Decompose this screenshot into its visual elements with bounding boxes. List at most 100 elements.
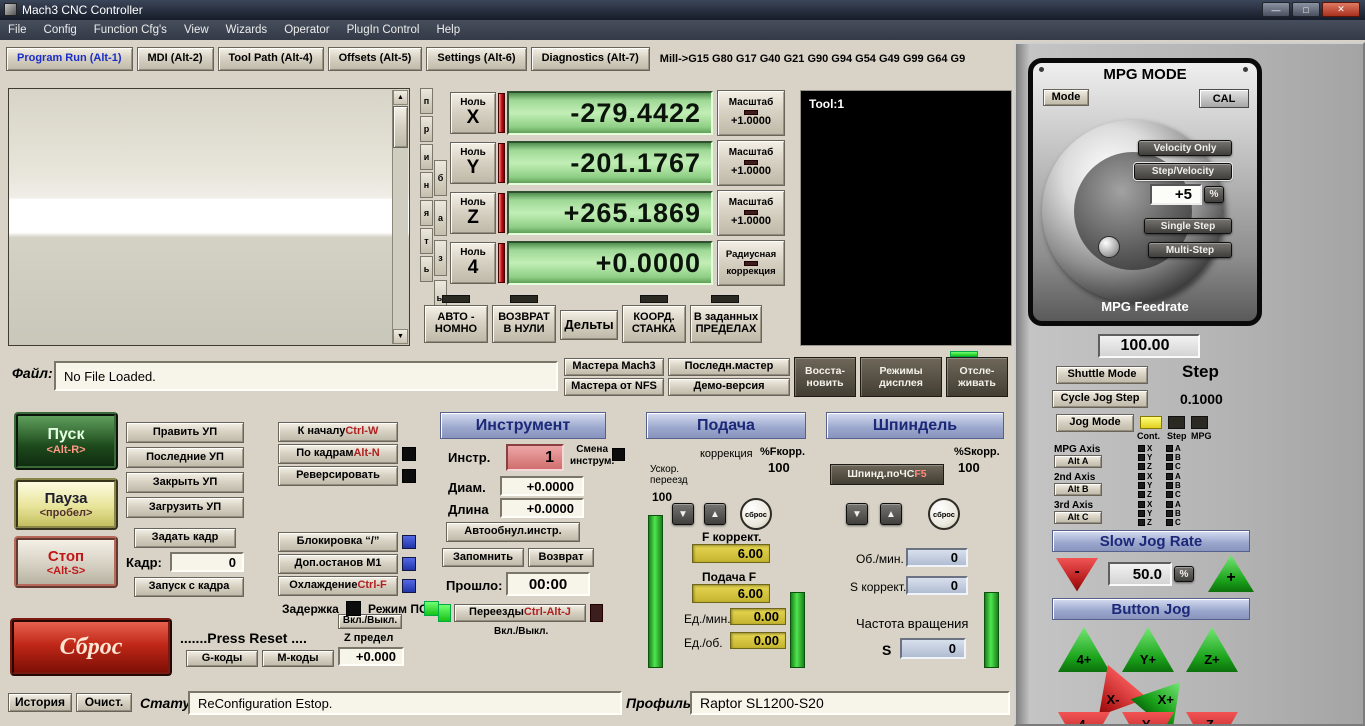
jog-y-minus-button[interactable]: Y- bbox=[1122, 712, 1174, 724]
dro-x-value[interactable]: -279.4422 bbox=[507, 91, 713, 135]
menu-item-function-cfgs[interactable]: Function Cfg's bbox=[94, 24, 167, 36]
third-axis-alt-c-button[interactable]: Alt C bbox=[1054, 511, 1102, 524]
jog-4-plus-button[interactable]: 4+ bbox=[1058, 626, 1110, 672]
reverse-run-button[interactable]: Реверсировать bbox=[278, 466, 398, 486]
z-inhibit-toggle[interactable]: Вкл./Выкл. bbox=[338, 614, 402, 629]
dro-y-value[interactable]: -201.1767 bbox=[507, 141, 713, 185]
scale-x-button[interactable]: Масштаб +1.0000 bbox=[717, 90, 785, 136]
mode-button[interactable]: Mode bbox=[1043, 89, 1089, 106]
close-gcode-button[interactable]: Закрыть УП bbox=[126, 472, 244, 493]
step-percent-unit-button[interactable]: % bbox=[1204, 186, 1224, 203]
scroll-thumb[interactable] bbox=[393, 106, 408, 148]
z-inhibit-value[interactable]: +0.000 bbox=[338, 647, 404, 666]
feed-raise-button[interactable]: ▲ bbox=[704, 503, 726, 525]
reset-button[interactable]: Сброс bbox=[10, 618, 172, 676]
close-button[interactable]: ✕ bbox=[1322, 2, 1360, 17]
machine-coords-button[interactable]: КООРД. СТАНКА bbox=[622, 305, 686, 343]
zero-y-button[interactable]: Ноль Y bbox=[450, 142, 496, 184]
mpg-wheel-knob[interactable] bbox=[1098, 236, 1120, 258]
jog-z-minus-button[interactable]: Z- bbox=[1186, 712, 1238, 724]
tab-offsets[interactable]: Offsets (Alt-5) bbox=[327, 47, 423, 71]
scroll-up-button[interactable]: ▲ bbox=[393, 90, 408, 105]
minimize-button[interactable]: — bbox=[1262, 2, 1290, 17]
scale-z-button[interactable]: Масштаб +1.0000 bbox=[717, 190, 785, 236]
vertical-scrollbar[interactable]: ▲ ▼ bbox=[392, 90, 408, 344]
menu-item-help[interactable]: Help bbox=[436, 24, 460, 36]
s-value[interactable]: 0 bbox=[900, 638, 966, 659]
gcodes-button[interactable]: G-коды bbox=[186, 650, 258, 667]
spindle-cw-button[interactable]: Шпинд.поЧС F5 bbox=[830, 464, 944, 485]
slow-jog-plus-button[interactable]: + bbox=[1208, 554, 1254, 592]
feed-lower-button[interactable]: ▼ bbox=[672, 503, 694, 525]
velocity-only-button[interactable]: Velocity Only bbox=[1138, 140, 1232, 156]
feed-override-slider[interactable] bbox=[648, 515, 663, 668]
menu-item-view[interactable]: View bbox=[184, 24, 209, 36]
spindle-reset-button[interactable]: сброс bbox=[928, 498, 960, 530]
tool-len-field[interactable]: +0.0000 bbox=[500, 498, 584, 518]
clear-status-button[interactable]: Очист. bbox=[76, 693, 132, 712]
jog-onoff-button[interactable]: Переезды Ctrl-Alt-J bbox=[454, 604, 586, 622]
accept-letter[interactable]: п bbox=[420, 88, 433, 114]
soft-limits-button[interactable]: В заданных ПРЕДЕЛАХ bbox=[690, 305, 762, 343]
return-position-button[interactable]: Возврат bbox=[528, 548, 594, 567]
gcode-selected-line[interactable] bbox=[10, 199, 392, 219]
slow-jog-value[interactable]: 50.0 bbox=[1108, 562, 1172, 586]
cal-button[interactable]: CAL bbox=[1199, 89, 1249, 108]
mpg-axis-alt-a-button[interactable]: Alt A bbox=[1054, 455, 1102, 468]
accept-letter[interactable]: т bbox=[420, 228, 433, 254]
base-letter[interactable]: б bbox=[434, 160, 447, 196]
deltas-button[interactable]: Дельты bbox=[560, 310, 618, 340]
recent-files-button[interactable]: Последние УП bbox=[126, 447, 244, 468]
menu-item-operator[interactable]: Operator bbox=[284, 24, 329, 36]
accept-letter[interactable]: и bbox=[420, 144, 433, 170]
mpg-feedrate-value[interactable]: 100.00 bbox=[1098, 334, 1200, 358]
accept-letter[interactable]: р bbox=[420, 116, 433, 142]
shuttle-mode-button[interactable]: Shuttle Mode bbox=[1056, 366, 1148, 384]
menu-item-plugin-control[interactable]: PlugIn Control bbox=[347, 24, 420, 36]
menu-item-file[interactable]: File bbox=[8, 24, 27, 36]
jog-4-minus-button[interactable]: 4- bbox=[1058, 712, 1110, 724]
stop-button[interactable]: Стоп <Alt-S> bbox=[14, 536, 118, 588]
jog-follow-button[interactable]: Отсле-живать bbox=[946, 357, 1008, 397]
step-percent-field[interactable]: +5 bbox=[1150, 184, 1202, 205]
cycle-jog-step-button[interactable]: Cycle Jog Step bbox=[1052, 390, 1148, 408]
accept-letter[interactable]: н bbox=[420, 172, 433, 198]
jog-y-plus-button[interactable]: Y+ bbox=[1122, 626, 1174, 672]
second-axis-alt-b-button[interactable]: Alt B bbox=[1054, 483, 1102, 496]
display-mode-button[interactable]: Режимы дисплея bbox=[860, 357, 942, 397]
spindle-raise-button[interactable]: ▲ bbox=[880, 503, 902, 525]
coolant-button[interactable]: Охлаждение Ctrl-F bbox=[278, 576, 398, 596]
dro-4-value[interactable]: +0.0000 bbox=[507, 241, 713, 285]
zero-4-button[interactable]: Ноль 4 bbox=[450, 242, 496, 284]
regenerate-button[interactable]: Восста-новить bbox=[794, 357, 856, 397]
history-button[interactable]: История bbox=[8, 693, 72, 712]
feed-reset-button[interactable]: сброс bbox=[740, 498, 772, 530]
block-delete-button[interactable]: Блокировка “/” bbox=[278, 532, 398, 552]
slow-jog-minus-button[interactable]: - bbox=[1056, 558, 1098, 592]
tool-dia-field[interactable]: +0.0000 bbox=[500, 476, 584, 496]
wizards-button[interactable]: Мастера Mach3 bbox=[564, 358, 664, 376]
base-letter[interactable]: з bbox=[434, 240, 447, 276]
jog-mode-button[interactable]: Jog Mode bbox=[1056, 414, 1134, 432]
menu-item-wizards[interactable]: Wizards bbox=[226, 24, 268, 36]
edit-gcode-button[interactable]: Править УП bbox=[126, 422, 244, 443]
accept-letter[interactable]: я bbox=[420, 200, 433, 226]
line-number-field[interactable]: 0 bbox=[170, 552, 244, 572]
rewind-button[interactable]: К началу Ctrl-W bbox=[278, 422, 398, 442]
scroll-down-button[interactable]: ▼ bbox=[393, 329, 408, 344]
slow-jog-percent-button[interactable]: % bbox=[1174, 566, 1194, 582]
demo-version-button[interactable]: Демо-версия bbox=[668, 378, 790, 396]
menu-item-config[interactable]: Config bbox=[44, 24, 77, 36]
scale-y-button[interactable]: Масштаб +1.0000 bbox=[717, 140, 785, 186]
goto-zeros-button[interactable]: ВОЗВРАТ В НУЛИ bbox=[492, 305, 556, 343]
toolpath-display[interactable]: Tool:1 bbox=[800, 90, 1012, 346]
tab-settings[interactable]: Settings (Alt-6) bbox=[426, 47, 527, 71]
multi-step-button[interactable]: Multi-Step bbox=[1148, 242, 1232, 258]
tool-number-field[interactable]: 1 bbox=[506, 444, 564, 471]
tab-program-run[interactable]: Program Run (Alt-1) bbox=[6, 47, 133, 71]
tab-mdi[interactable]: MDI (Alt-2) bbox=[136, 47, 214, 71]
cycle-start-button[interactable]: Пуск <Alt-R> bbox=[14, 412, 118, 470]
run-from-here-button[interactable]: Запуск с кадра bbox=[134, 577, 244, 597]
fro-value[interactable]: 6.00 bbox=[692, 544, 770, 563]
mcodes-button[interactable]: М-коды bbox=[262, 650, 334, 667]
